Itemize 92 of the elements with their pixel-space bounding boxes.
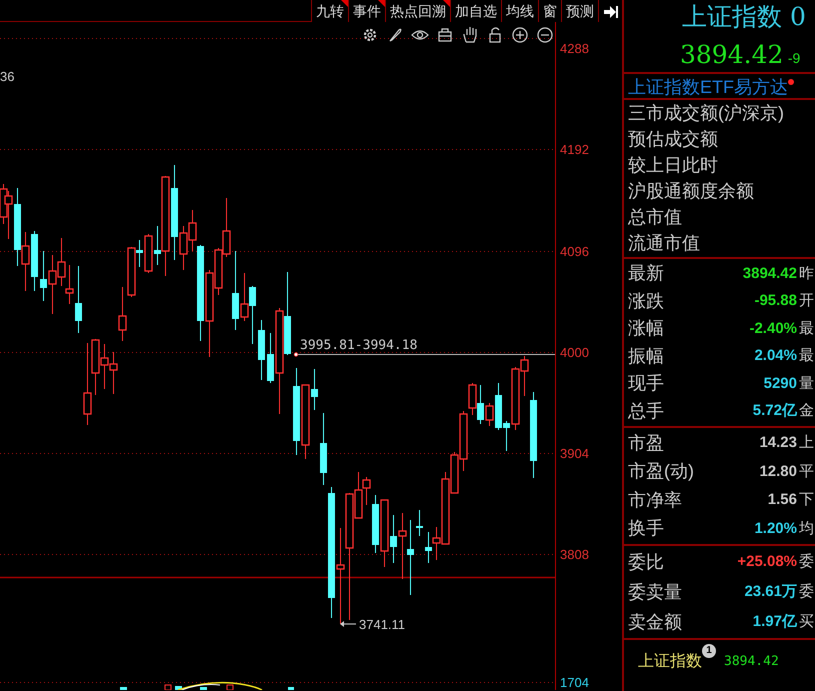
- count-badge: 1: [702, 644, 716, 658]
- stat-value: +25.08%: [737, 552, 797, 572]
- stat-label: 开: [799, 291, 815, 311]
- zoom-out-icon[interactable]: [537, 27, 553, 43]
- price-value: 3894.42: [724, 653, 779, 672]
- stat-label: 量: [799, 374, 815, 394]
- zoom-in-icon[interactable]: [512, 27, 528, 43]
- axis-tick-label: 4288: [560, 41, 589, 56]
- axis-tick-label: 1704: [560, 675, 589, 690]
- stat-label: 最: [799, 346, 815, 366]
- stat-label: 昨: [799, 264, 815, 284]
- candlestick: [100, 344, 109, 390]
- candlestick: [57, 238, 66, 286]
- candlestick: [21, 232, 30, 292]
- axis-tick-label: 3808: [560, 547, 589, 562]
- candlestick: [258, 320, 265, 380]
- axis-tick-label: 4192: [560, 142, 589, 157]
- etf-link[interactable]: 上证指数ETF易方达: [628, 77, 788, 97]
- axis-tick-label: 4096: [560, 244, 589, 259]
- toolbar-tab[interactable]: 窗: [538, 0, 561, 22]
- toolbar-tab[interactable]: 均线: [501, 0, 538, 22]
- stat-label: 市盈(动): [627, 460, 695, 484]
- candlestick: [416, 510, 423, 536]
- pen-icon[interactable]: [389, 28, 402, 42]
- toolbar-tab[interactable]: 事件: [348, 0, 385, 22]
- stat-value: 1.20%: [754, 518, 797, 538]
- toolbar-tab[interactable]: 九转: [311, 0, 348, 22]
- stat-label: 市净率: [627, 488, 683, 512]
- stat-label: 沪股通额度余额: [627, 180, 755, 203]
- stat-value: 5.72亿: [752, 401, 797, 421]
- candlestick: [48, 254, 57, 314]
- arrow-icon: [340, 621, 356, 627]
- candlestick: [380, 499, 389, 568]
- axis-tick-label: 3904: [560, 446, 589, 461]
- exit-button[interactable]: [598, 0, 622, 22]
- stat-label: 委: [799, 552, 815, 572]
- toolbar-tab[interactable]: 加自选: [450, 0, 501, 22]
- stat-label: 上: [799, 433, 815, 453]
- stat-value: 12.80: [759, 462, 797, 482]
- candlestick: [118, 286, 127, 342]
- stat-label: 市盈: [627, 432, 665, 455]
- stat-label: 振幅: [627, 344, 665, 368]
- stat-label: 委: [799, 582, 815, 602]
- stat-label: 卖金额: [627, 610, 683, 634]
- stat-value: -95.88: [754, 291, 797, 311]
- index-name: 上证指数: [638, 652, 702, 672]
- stat-value: 5290: [764, 374, 797, 394]
- stat-label: 最新: [627, 262, 665, 286]
- stat-label: 委比: [627, 550, 665, 574]
- price-label: 3995.81-3994.18: [300, 338, 418, 353]
- index-title: 上证指数 0: [681, 1, 807, 33]
- eye-icon[interactable]: [411, 30, 429, 40]
- stat-label: 现手: [627, 372, 665, 396]
- candlestick: [222, 198, 231, 258]
- stat-value: 3894.42: [742, 264, 797, 284]
- stat-label: 换手: [627, 517, 665, 540]
- stat-value: 23.61万: [744, 582, 797, 602]
- stat-label: 三市成交额(沪深京): [627, 102, 785, 125]
- candlestick: [398, 512, 407, 580]
- stat-label: 委卖量: [627, 580, 683, 604]
- unlock-icon[interactable]: [489, 27, 501, 43]
- price-label: 36: [0, 69, 14, 84]
- candlestick: [144, 234, 153, 274]
- stat-label: 买: [799, 612, 815, 632]
- price-label: 3741.11: [359, 617, 406, 632]
- stat-label: 均: [799, 518, 815, 538]
- stat-value: 1.56: [768, 490, 797, 510]
- toolbar-tab[interactable]: 预测: [561, 0, 598, 22]
- stat-value: 2.04%: [754, 346, 797, 366]
- stat-label: 金: [799, 401, 815, 421]
- stat-value: 1.97亿: [752, 612, 797, 632]
- stat-label: 流通市值: [627, 232, 701, 255]
- stat-label: 平: [799, 462, 815, 482]
- stat-value: 14.23: [759, 433, 797, 453]
- toolbar-tab[interactable]: 热点回溯: [385, 0, 450, 22]
- toolbox-icon[interactable]: [438, 28, 452, 42]
- change-value: -9: [788, 50, 800, 66]
- axis-tick-label: 4000: [560, 345, 589, 360]
- stat-label: 总市值: [627, 206, 683, 229]
- stat-label: 涨跌: [627, 290, 665, 313]
- hand-icon[interactable]: [463, 26, 477, 43]
- stat-label: 涨幅: [627, 317, 665, 340]
- stat-label: 预估成交额: [627, 128, 719, 151]
- stat-label: 最: [799, 318, 815, 338]
- stat-label: 下: [799, 490, 815, 510]
- candlestick: [109, 352, 118, 394]
- stat-label: 较上日此时: [627, 154, 719, 177]
- exit-icon: [603, 4, 619, 19]
- price-value: 3894.42: [680, 40, 784, 69]
- settings-icon[interactable]: [364, 28, 376, 42]
- stat-label: 总手: [627, 400, 665, 423]
- stat-value: -2.40%: [749, 318, 797, 338]
